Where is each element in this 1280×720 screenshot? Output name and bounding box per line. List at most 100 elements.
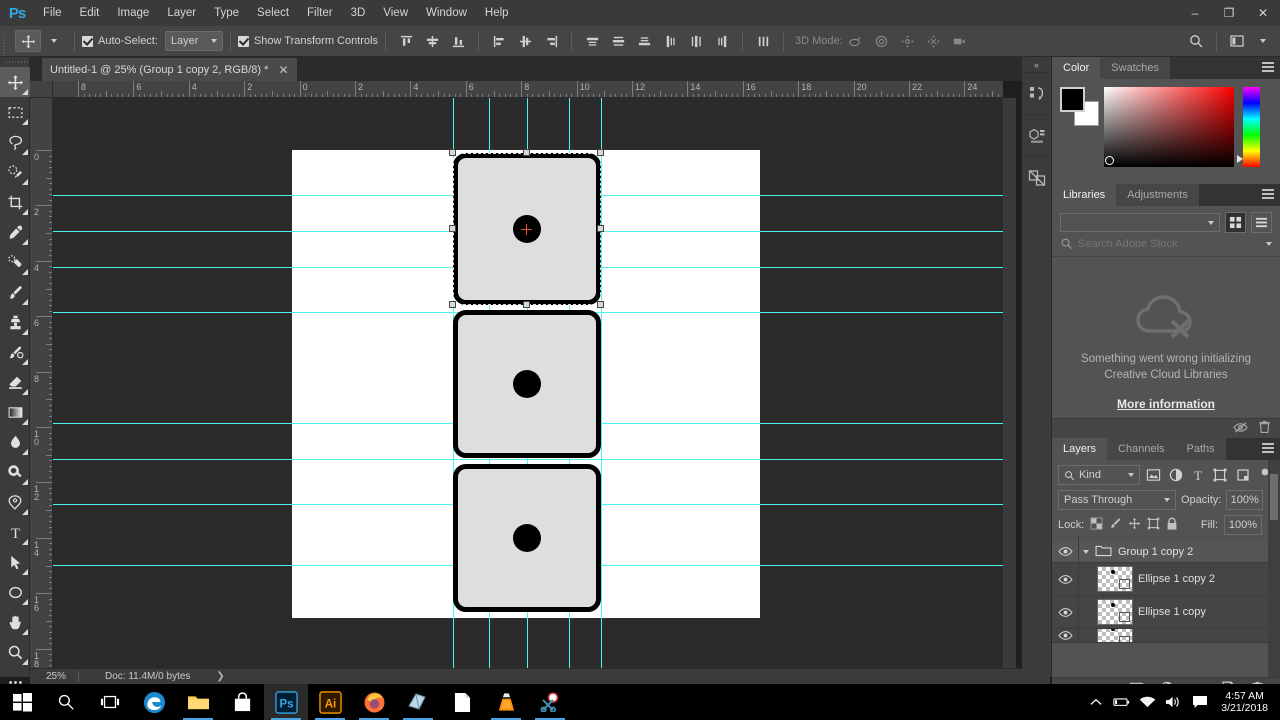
collapse-panels-icon[interactable]: « [1022,57,1051,72]
file-explorer-icon[interactable] [176,684,220,720]
eraser-tool[interactable] [0,367,30,397]
zoom-3d-camera-icon[interactable] [947,29,973,53]
blend-mode-select[interactable]: Pass Through [1058,490,1176,510]
close-icon[interactable]: ✕ [278,64,288,76]
gradient-tool[interactable] [0,397,30,427]
tool-preset-chevron-icon[interactable] [41,29,67,53]
align-right-edges-button[interactable] [538,29,564,53]
spot-healing-brush-tool[interactable] [0,247,30,277]
menu-view[interactable]: View [374,0,417,26]
tools-panel-grip[interactable] [0,57,29,67]
slide-3d-icon[interactable] [921,29,947,53]
microsoft-store-icon[interactable] [220,684,264,720]
search-icon[interactable] [1183,29,1209,53]
options-bar-grip[interactable] [0,25,9,57]
table-row[interactable]: Ellipse 1 copy 2 [1052,562,1280,596]
transform-handle-bottom-right[interactable] [597,301,604,308]
table-row[interactable]: Ellipse 1 copy [1052,595,1280,629]
rotate-3d-icon[interactable] [843,29,869,53]
transform-handle-top-right[interactable] [597,149,604,156]
hue-slider[interactable] [1237,87,1260,167]
opacity-value[interactable]: 100% [1226,490,1263,510]
menu-window[interactable]: Window [417,0,476,26]
menu-help[interactable]: Help [476,0,518,26]
sketchbook-icon[interactable] [396,684,440,720]
distribute-left-edges-button[interactable] [657,29,683,53]
filter-type-icon[interactable]: T [1189,465,1207,485]
move-tool[interactable] [0,67,30,97]
snipping-tool-icon[interactable] [528,684,572,720]
microsoft-edge-icon[interactable] [132,684,176,720]
menu-edit[interactable]: Edit [71,0,109,26]
clone-stamp-tool[interactable] [0,307,30,337]
pan-3d-icon[interactable] [895,29,921,53]
library-select[interactable] [1060,213,1220,232]
transform-reference-point[interactable] [521,224,532,235]
tab-channels[interactable]: Channels [1107,438,1176,460]
eyedropper-tool[interactable] [0,217,30,247]
hand-tool[interactable] [0,607,30,637]
volume-icon[interactable] [1165,694,1182,711]
hue-slider-marker[interactable] [1237,155,1243,163]
workspace-chevron-icon[interactable] [1250,29,1276,53]
filter-pixel-icon[interactable] [1144,465,1162,485]
3d-panel-icon[interactable] [1022,114,1051,156]
distribute-bottom-edges-button[interactable] [631,29,657,53]
panel-menu-icon[interactable] [1262,189,1274,200]
guide-vertical[interactable] [601,98,602,668]
photoshop-icon[interactable]: Ps [264,684,308,720]
workspace-switcher-icon[interactable] [1224,29,1250,53]
search-icon[interactable] [44,684,88,720]
distribute-vertical-centers-button[interactable] [605,29,631,53]
canvas-vertical-scrollbar[interactable] [1003,98,1016,668]
lock-transparent-pixels-icon[interactable] [1090,517,1103,533]
list-view-icon[interactable] [1251,212,1272,233]
color-field-picker[interactable] [1105,156,1114,165]
panel-menu-icon[interactable] [1262,443,1274,454]
quick-selection-tool[interactable] [0,157,30,187]
distribute-spacing-button[interactable] [750,29,776,53]
maximize-button[interactable]: ❐ [1212,0,1246,26]
lock-artboard-icon[interactable] [1147,517,1160,533]
canvas-area[interactable] [53,98,1003,668]
crop-tool[interactable] [0,187,30,217]
menu-layer[interactable]: Layer [158,0,205,26]
distribute-top-edges-button[interactable] [579,29,605,53]
pen-tool[interactable] [0,487,30,517]
filter-smart-object-icon[interactable] [1233,465,1251,485]
taskbar-clock[interactable]: 4:57 AM 3/21/2018 [1217,690,1268,714]
layer-visibility-icon[interactable] [1052,574,1078,585]
layers-scrollbar[interactable] [1268,460,1280,701]
battery-icon[interactable] [1113,694,1130,711]
color-field[interactable] [1104,87,1234,167]
brush-tool[interactable] [0,277,30,307]
table-row[interactable] [1052,629,1280,643]
grid-view-icon[interactable] [1225,212,1246,233]
align-left-edges-button[interactable] [486,29,512,53]
align-top-edges-button[interactable] [393,29,419,53]
table-row[interactable]: Group 1 copy 2 [1052,535,1280,568]
roll-3d-icon[interactable] [869,29,895,53]
auto-select-scope-select[interactable]: Layer [164,31,223,51]
active-tool-preview-icon[interactable] [15,30,41,52]
chevron-down-icon[interactable] [1266,241,1272,246]
die-middle[interactable] [453,310,601,458]
layer-filter-kind-select[interactable]: Kind [1058,465,1141,485]
zoom-tool[interactable] [0,637,30,667]
close-button[interactable]: ✕ [1246,0,1280,26]
tab-swatches[interactable]: Swatches [1100,57,1170,79]
auto-select-checkbox[interactable] [82,35,93,47]
align-vertical-centers-button[interactable] [419,29,445,53]
search-adobe-stock-input[interactable] [1078,237,1261,250]
tab-libraries[interactable]: Libraries [1052,184,1117,206]
task-view-icon[interactable] [88,684,132,720]
minimize-button[interactable]: – [1178,0,1212,26]
horizontal-type-tool[interactable]: T [0,517,30,547]
menu-type[interactable]: Type [205,0,248,26]
status-expand-arrow-icon[interactable]: ❯ [216,671,224,682]
rectangular-marquee-tool[interactable] [0,97,30,127]
ruler-corner[interactable] [30,81,53,98]
align-bottom-edges-button[interactable] [445,29,471,53]
layer-visibility-icon[interactable] [1052,607,1078,618]
align-horizontal-centers-button[interactable] [512,29,538,53]
